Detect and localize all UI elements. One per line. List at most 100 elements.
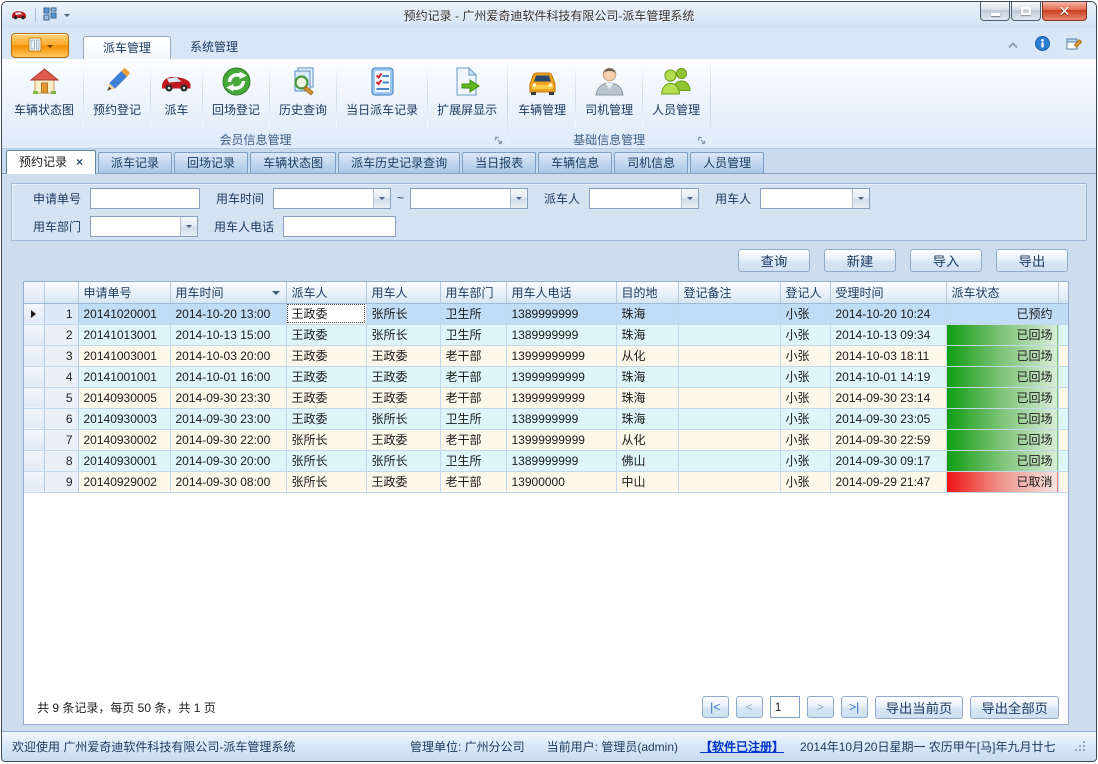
dispatch-status-cell[interactable]: 已回场 [946, 429, 1058, 450]
table-cell[interactable]: 王政委 [286, 387, 366, 408]
chevron-down-icon[interactable] [373, 189, 390, 208]
dispatch-status-cell[interactable]: 已取消 [946, 471, 1058, 492]
table-cell[interactable]: 2014-09-30 23:14 [830, 387, 946, 408]
user-combo[interactable] [760, 188, 870, 209]
close-tab-icon[interactable]: × [76, 155, 83, 169]
export-button[interactable]: 导出 [996, 249, 1068, 272]
dialog-launcher-icon[interactable] [697, 136, 706, 145]
table-cell[interactable]: 2014-09-30 20:00 [170, 450, 286, 471]
table-cell[interactable]: 13999999999 [506, 387, 616, 408]
table-row-2[interactable]: 2201410130012014-10-13 15:00王政委张所长卫生所138… [24, 324, 1068, 345]
table-cell[interactable]: 卫生所 [440, 303, 506, 324]
table-cell[interactable]: 中山 [616, 471, 678, 492]
table-cell[interactable]: 张所长 [286, 450, 366, 471]
table-cell[interactable]: 老干部 [440, 345, 506, 366]
table-cell[interactable]: 2014-10-20 10:24 [830, 303, 946, 324]
registered-link[interactable]: 【软件已注册】 [700, 738, 784, 755]
table-cell[interactable] [678, 429, 780, 450]
table-row-5[interactable]: 5201409300052014-09-30 23:30王政委王政委老干部139… [24, 387, 1068, 408]
query-button[interactable]: 查询 [738, 249, 810, 272]
table-row-3[interactable]: 3201410030012014-10-03 20:00王政委王政委老干部139… [24, 345, 1068, 366]
layout-icon[interactable] [43, 7, 57, 24]
chevron-down-icon[interactable] [510, 189, 527, 208]
table-cell[interactable]: 1389999999 [506, 324, 616, 345]
table-row-4[interactable]: 4201410010012014-10-01 16:00王政委王政委老干部139… [24, 366, 1068, 387]
column-header-7[interactable]: 目的地 [616, 282, 678, 303]
prev-page-button[interactable]: < [736, 696, 763, 718]
minimize-button[interactable] [980, 2, 1010, 21]
personnel-manage-button[interactable]: 人员管理 [643, 60, 709, 131]
table-cell[interactable]: 2014-10-03 20:00 [170, 345, 286, 366]
column-header-6[interactable]: 用车人电话 [506, 282, 616, 303]
dispatch-status-cell[interactable]: 已回场 [946, 324, 1058, 345]
tab-system-manage[interactable]: 系统管理 [171, 36, 257, 59]
page-number-input[interactable] [770, 696, 800, 718]
table-cell[interactable]: 2014-10-13 09:34 [830, 324, 946, 345]
table-row-9[interactable]: 9201409290022014-09-30 08:00张所长王政委老干部139… [24, 471, 1068, 492]
dispatch-status-cell[interactable]: 已回场 [946, 345, 1058, 366]
table-cell[interactable]: 2014-09-30 23:05 [830, 408, 946, 429]
table-cell[interactable]: 张所长 [286, 471, 366, 492]
table-cell[interactable]: 20141020001 [78, 303, 170, 324]
maximize-button[interactable] [1011, 2, 1041, 21]
table-cell[interactable]: 王政委 [286, 303, 366, 324]
table-cell[interactable]: 1389999999 [506, 408, 616, 429]
dispatch-status-cell[interactable]: 已回场 [946, 408, 1058, 429]
column-header-1[interactable]: 申请单号 [78, 282, 170, 303]
extended-screen-display-button[interactable]: 扩展屏显示 [428, 60, 506, 131]
table-cell[interactable]: 从化 [616, 429, 678, 450]
table-cell[interactable]: 张所长 [286, 429, 366, 450]
tab-dispatch-history-query[interactable]: 派车历史记录查询 [338, 152, 460, 173]
table-cell[interactable] [678, 324, 780, 345]
column-header-5[interactable]: 用车部门 [440, 282, 506, 303]
table-cell[interactable]: 王政委 [286, 324, 366, 345]
table-cell[interactable]: 20140930003 [78, 408, 170, 429]
table-cell[interactable]: 20141001001 [78, 366, 170, 387]
column-header-3[interactable]: 派车人 [286, 282, 366, 303]
dispatch-status-cell[interactable]: 已回场 [946, 366, 1058, 387]
table-row-7[interactable]: 7201409300022014-09-30 22:00张所长王政委老干部139… [24, 429, 1068, 450]
collapse-ribbon-icon[interactable] [1007, 38, 1019, 52]
tab-vehicle-info[interactable]: 车辆信息 [538, 152, 612, 173]
table-cell[interactable]: 张所长 [366, 408, 440, 429]
history-query-button[interactable]: 历史查询 [270, 60, 336, 131]
export-all-pages-button[interactable]: 导出全部页 [970, 696, 1059, 719]
table-cell[interactable]: 20141003001 [78, 345, 170, 366]
first-page-button[interactable]: |< [702, 696, 729, 718]
table-cell[interactable]: 20141013001 [78, 324, 170, 345]
table-cell[interactable]: 卫生所 [440, 324, 506, 345]
dispatch-status-cell[interactable]: 已回场 [946, 450, 1058, 471]
table-cell[interactable]: 张所长 [366, 450, 440, 471]
table-cell[interactable]: 王政委 [366, 345, 440, 366]
skin-switch-icon[interactable] [1066, 36, 1082, 54]
table-row-6[interactable]: 6201409300032014-09-30 23:00王政委张所长卫生所138… [24, 408, 1068, 429]
table-cell[interactable]: 老干部 [440, 429, 506, 450]
return-register-button[interactable]: 回场登记 [203, 60, 269, 131]
table-cell[interactable]: 2014-10-20 13:00 [170, 303, 286, 324]
table-cell[interactable]: 佛山 [616, 450, 678, 471]
column-header-11[interactable]: 派车状态 [946, 282, 1058, 303]
last-page-button[interactable]: >| [841, 696, 868, 718]
driver-manage-button[interactable]: 司机管理 [576, 60, 642, 131]
table-cell[interactable]: 2014-10-03 18:11 [830, 345, 946, 366]
table-cell[interactable]: 小张 [780, 471, 830, 492]
tab-daily-report[interactable]: 当日报表 [462, 152, 536, 173]
application-menu-button[interactable] [11, 33, 69, 58]
column-header-4[interactable]: 用车人 [366, 282, 440, 303]
resize-grip-icon[interactable] [1075, 741, 1086, 752]
table-cell[interactable]: 珠海 [616, 303, 678, 324]
quick-access-dropdown-icon[interactable] [64, 14, 70, 20]
reservation-register-button[interactable]: 预约登记 [84, 60, 150, 131]
vehicle-status-map-button[interactable]: 车辆状态图 [5, 60, 83, 131]
table-cell[interactable]: 从化 [616, 345, 678, 366]
table-cell[interactable]: 小张 [780, 429, 830, 450]
dispatch-status-cell[interactable]: 已回场 [946, 387, 1058, 408]
table-row-8[interactable]: 8201409300012014-09-30 20:00张所长张所长卫生所138… [24, 450, 1068, 471]
table-cell[interactable]: 小张 [780, 324, 830, 345]
table-cell[interactable]: 王政委 [366, 366, 440, 387]
chevron-down-icon[interactable] [852, 189, 869, 208]
table-cell[interactable]: 1389999999 [506, 450, 616, 471]
table-cell[interactable]: 20140930005 [78, 387, 170, 408]
table-cell[interactable] [678, 450, 780, 471]
tab-personnel-manage[interactable]: 人员管理 [690, 152, 764, 173]
